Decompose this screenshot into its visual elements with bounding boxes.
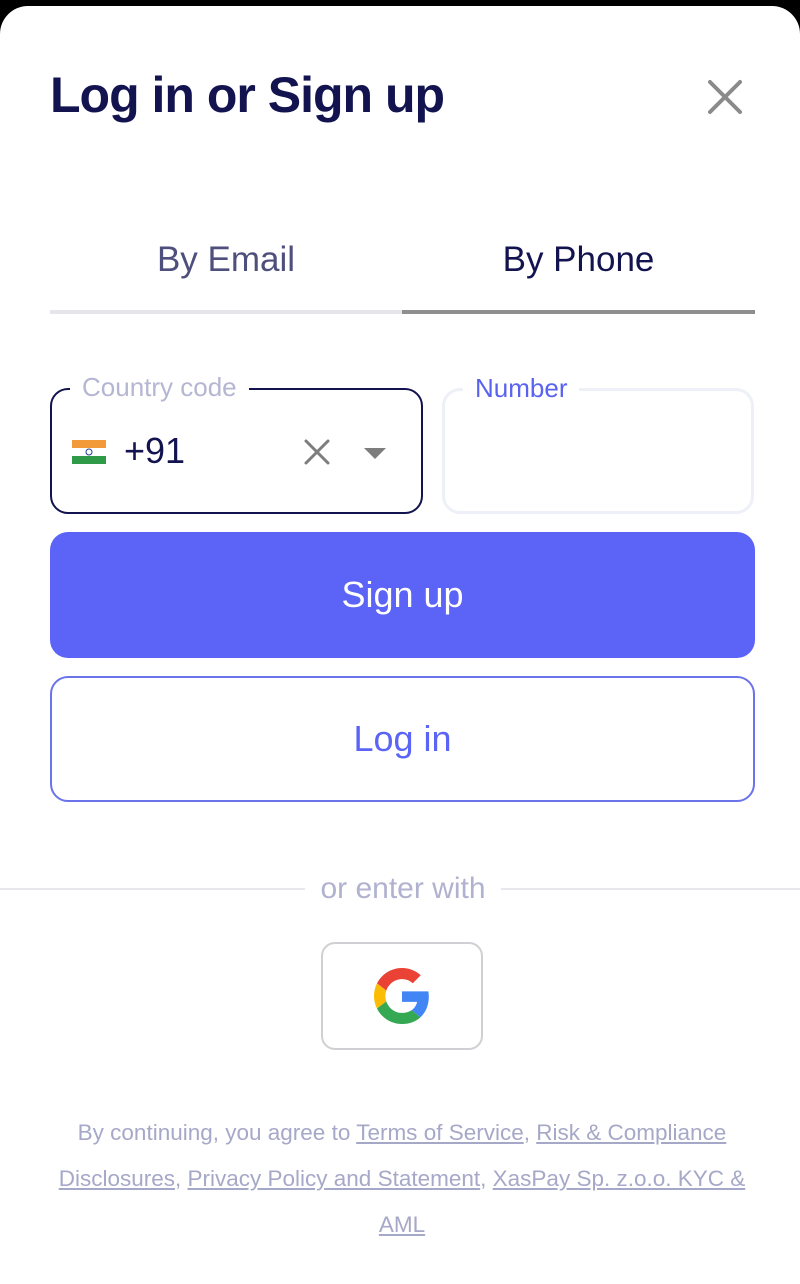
country-code-select[interactable]: Country code +91 [50, 372, 423, 514]
number-label: Number [463, 373, 580, 403]
chevron-down-icon[interactable] [362, 446, 388, 460]
close-icon [700, 80, 750, 126]
phone-number-field[interactable]: Number [442, 373, 754, 514]
legal-separator: , [174, 1166, 188, 1191]
google-signin-button[interactable] [321, 942, 483, 1050]
close-button[interactable] [700, 72, 750, 122]
clear-icon[interactable] [302, 437, 332, 467]
india-flag-icon [72, 440, 106, 464]
country-dial-code: +91 [124, 430, 186, 471]
country-code-label: Country code [70, 372, 249, 402]
terms-of-service-link[interactable]: Terms of Service [356, 1120, 524, 1145]
signup-button[interactable]: Sign up [50, 532, 755, 658]
auth-modal: Log in or Sign up By Email By Phone Coun… [0, 6, 800, 1284]
legal-disclaimer: By continuing, you agree to Terms of Ser… [40, 1110, 764, 1248]
auth-method-tabs: By Email By Phone [50, 228, 755, 314]
legal-separator: , [523, 1120, 537, 1145]
legal-separator: , [480, 1166, 493, 1191]
modal-title: Log in or Sign up [50, 67, 445, 123]
tab-by-phone[interactable]: By Phone [402, 228, 755, 314]
legal-prefix: By continuing, you agree to [77, 1120, 357, 1145]
tab-by-email[interactable]: By Email [50, 228, 402, 314]
privacy-policy-link[interactable]: Privacy Policy and Statement [188, 1166, 481, 1191]
google-icon [374, 968, 430, 1024]
divider-text: or enter with [305, 868, 501, 910]
login-button[interactable]: Log in [50, 676, 755, 802]
